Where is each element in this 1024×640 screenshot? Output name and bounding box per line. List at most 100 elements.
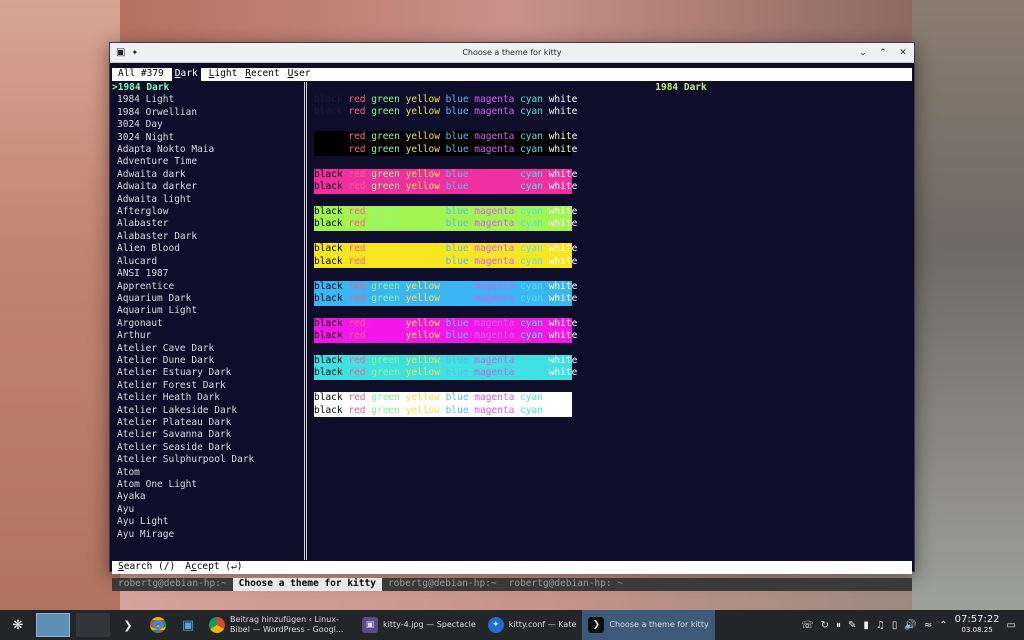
theme-list-item[interactable]: Atelier Sulphurpool Dark: [112, 454, 302, 466]
theme-list-item[interactable]: Apprentice: [112, 281, 302, 293]
theme-list-item[interactable]: Alien Blood: [112, 243, 302, 255]
theme-list-item[interactable]: Atelier Heath Dark: [112, 392, 302, 404]
minimize-button[interactable]: ⌄: [858, 48, 868, 58]
kitty-app-icon[interactable]: ▣: [116, 47, 125, 58]
theme-list-item[interactable]: ANSI 1987: [112, 268, 302, 280]
theme-list-item[interactable]: Alabaster: [112, 218, 302, 230]
theme-list-item[interactable]: Adventure Time: [112, 156, 302, 168]
theme-list-item[interactable]: Afterglow: [112, 206, 302, 218]
kitty-tab[interactable]: robertg@debian-hp: ~: [503, 578, 629, 590]
tray-expand-icon[interactable]: ⌃: [939, 620, 947, 631]
theme-list-item[interactable]: Adwaita dark: [112, 169, 302, 181]
pause-icon[interactable]: ⏸: [836, 620, 841, 631]
palette-word-cyan: cyan: [520, 367, 543, 379]
theme-list-item[interactable]: 3024 Night: [112, 132, 302, 144]
window-titlebar[interactable]: ▣ ✦ Choose a theme for kitty ⌄ ⌃ ✕: [110, 43, 914, 63]
palette-word-magenta: magenta: [474, 106, 515, 118]
clipboard-icon[interactable]: ✎: [848, 620, 856, 631]
palette-word-white: white: [548, 243, 578, 255]
theme-list-item[interactable]: Atelier Cave Dark: [112, 343, 302, 355]
theme-list-item[interactable]: Atelier Estuary Dark: [112, 367, 302, 379]
palette-row: black red green yellow blue magenta cyan…: [314, 243, 577, 255]
theme-list-item[interactable]: Ayu: [112, 504, 302, 516]
theme-list-item[interactable]: Aquarium Dark: [112, 293, 302, 305]
tab-recent[interactable]: Recent: [245, 68, 279, 80]
palette-word-white: white: [548, 367, 578, 379]
palette-word-blue: blue: [445, 367, 469, 379]
palette-word-black: black: [314, 317, 343, 329]
kitty-tab-active[interactable]: Choose a theme for kitty: [232, 578, 382, 591]
theme-list-item[interactable]: Atom One Light: [112, 479, 302, 491]
tab-all[interactable]: All #379: [118, 68, 164, 80]
palette-word-magenta: magenta: [474, 243, 515, 255]
show-desktop-icon[interactable]: ▭: [1007, 620, 1016, 631]
folder-icon[interactable]: ▣: [176, 613, 200, 637]
theme-list-item[interactable]: Aquarium Light: [112, 305, 302, 317]
palette-word-white: white: [548, 168, 578, 180]
palette-word-white: white: [548, 330, 578, 342]
desktop-pager[interactable]: [36, 613, 70, 637]
palette-word-yellow: yellow: [405, 330, 440, 342]
kitty-tab[interactable]: robertg@debian-hp:~: [112, 578, 233, 590]
update-icon[interactable]: ↻: [821, 620, 829, 631]
theme-list-item[interactable]: Atelier Forest Dark: [112, 380, 302, 392]
taskbar: ❋ ❯ ▣ Beitrag hinzufügen ‹ Linux-Bibel —…: [0, 610, 1024, 640]
chrome-icon[interactable]: [146, 613, 170, 637]
palette-word-green: green: [371, 292, 400, 304]
theme-list-item[interactable]: Atelier Lakeside Dark: [112, 405, 302, 417]
terminal-icon[interactable]: ❯: [116, 613, 140, 637]
theme-list-item[interactable]: Ayu Mirage: [112, 529, 302, 541]
tab-dark[interactable]: Dark: [171, 68, 201, 81]
tab-light[interactable]: Light: [209, 68, 238, 80]
accept-action[interactable]: Accept (↵): [185, 561, 242, 573]
palette-word-red: red: [348, 143, 366, 155]
theme-list-item[interactable]: Atelier Seaside Dark: [112, 442, 302, 454]
close-button[interactable]: ✕: [898, 48, 908, 58]
search-action[interactable]: Search (/): [118, 561, 175, 573]
device-icon[interactable]: ▯: [892, 620, 898, 631]
theme-list-item[interactable]: Alucard: [112, 256, 302, 268]
theme-list-item[interactable]: 1984 Orwellian: [112, 107, 302, 119]
terminal-area[interactable]: All #379 Dark Light Recent User >1984 Da…: [110, 64, 914, 591]
theme-list-item[interactable]: Adapta Nokto Maia: [112, 144, 302, 156]
theme-list-item[interactable]: 1984 Light: [112, 94, 302, 106]
app-launcher-icon[interactable]: ❋: [6, 613, 30, 637]
task-spectacle[interactable]: ▣ kitty-4.jpg — Spectacle: [356, 610, 482, 640]
theme-list-item[interactable]: Arthur: [112, 330, 302, 342]
task-kitty[interactable]: ❯ Choose a theme for kitty: [582, 610, 715, 640]
phone-icon[interactable]: ☏: [801, 620, 814, 631]
palette-word-yellow: yellow: [405, 404, 440, 416]
kitty-tab[interactable]: robertg@debian-hp:~: [382, 578, 503, 590]
theme-list-item[interactable]: Argonaut: [112, 318, 302, 330]
theme-list-item[interactable]: Ayu Light: [112, 516, 302, 528]
theme-list-item[interactable]: Atelier Savanna Dark: [112, 429, 302, 441]
wifi-icon[interactable]: ≈: [924, 620, 932, 631]
clock[interactable]: 07:57:22 03.08.25: [955, 615, 1000, 635]
palette-word-white: white: [549, 392, 578, 403]
theme-list-item[interactable]: Atom: [112, 467, 302, 479]
palette-word-black: black: [314, 94, 343, 105]
pager-desktop-2[interactable]: [76, 613, 110, 637]
task-chrome[interactable]: Beitrag hinzufügen ‹ Linux-Bibel — WordP…: [203, 610, 356, 640]
palette-word-magenta: magenta: [474, 317, 515, 329]
battery-icon[interactable]: ▮: [863, 620, 869, 631]
theme-list-item-selected[interactable]: >1984 Dark: [112, 82, 302, 94]
pin-icon[interactable]: ✦: [131, 48, 138, 57]
palette-word-black: black: [314, 392, 343, 404]
theme-list-item[interactable]: 3024 Day: [112, 119, 302, 131]
theme-list-item[interactable]: Ayaka: [112, 491, 302, 503]
theme-list-item[interactable]: Adwaita darker: [112, 181, 302, 193]
theme-list-item[interactable]: Atelier Dune Dark: [112, 355, 302, 367]
palette-word-blue: blue: [445, 280, 469, 292]
theme-list-item[interactable]: Alabaster Dark: [112, 231, 302, 243]
audio-icon[interactable]: ♫: [876, 620, 885, 631]
task-kate[interactable]: ✦ kitty.conf — Kate: [482, 610, 583, 640]
volume-icon[interactable]: 🔊: [904, 620, 916, 631]
maximize-button[interactable]: ⌃: [878, 48, 888, 58]
palette-word-red: red: [348, 94, 366, 105]
theme-list-item[interactable]: Adwaita light: [112, 194, 302, 206]
palette-word-magenta: magenta: [474, 392, 515, 404]
theme-list-item[interactable]: Atelier Plateau Dark: [112, 417, 302, 429]
palette-word-blue: blue: [445, 106, 469, 118]
tab-user[interactable]: User: [288, 68, 311, 80]
